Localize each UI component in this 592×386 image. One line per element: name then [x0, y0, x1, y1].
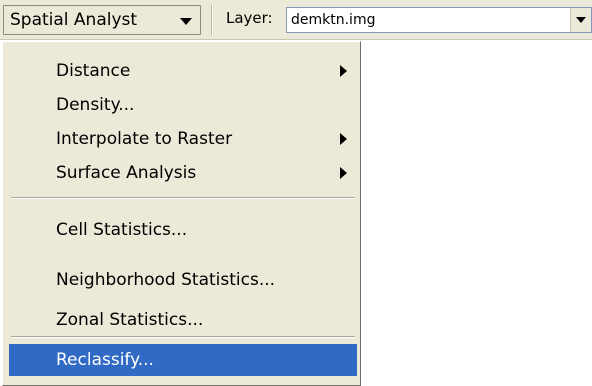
menu-item-interpolate-to-raster[interactable]: Interpolate to Raster [9, 123, 357, 155]
chevron-down-icon [576, 17, 586, 23]
spatial-analyst-dropdown-menu: Distance Density... Interpolate to Raste… [2, 41, 361, 386]
menu-item-label: Density... [56, 95, 135, 115]
menu-item-label: Zonal Statistics... [56, 310, 204, 330]
menu-item-label: Reclassify... [56, 350, 154, 370]
spatial-analyst-toolbar: Spatial Analyst Layer: demktn.img [0, 0, 592, 40]
menu-item-density[interactable]: Density... [9, 89, 357, 121]
submenu-arrow-icon [340, 133, 347, 145]
menu-separator [11, 197, 355, 199]
submenu-arrow-icon [340, 65, 347, 77]
menu-item-label: Neighborhood Statistics... [56, 270, 276, 290]
menu-item-label: Surface Analysis [56, 163, 197, 183]
menu-item-label: Cell Statistics... [56, 220, 188, 240]
menu-item-surface-analysis[interactable]: Surface Analysis [9, 157, 357, 189]
dropdown-arrow-icon [180, 18, 192, 25]
spatial-analyst-label: Spatial Analyst [10, 10, 138, 30]
submenu-arrow-icon [340, 167, 347, 179]
menu-item-cell-statistics[interactable]: Cell Statistics... [9, 214, 357, 246]
layer-select[interactable]: demktn.img [286, 7, 592, 33]
menu-item-zonal-statistics[interactable]: Zonal Statistics... [9, 304, 357, 336]
menu-separator [11, 336, 355, 338]
layer-select-value: demktn.img [291, 12, 376, 28]
menu-item-distance[interactable]: Distance [9, 55, 357, 87]
layer-label: Layer: [226, 9, 273, 27]
menu-item-label: Interpolate to Raster [56, 129, 233, 149]
layer-dropdown-button[interactable] [570, 8, 591, 32]
menu-item-reclassify[interactable]: Reclassify... [9, 344, 357, 376]
menu-item-neighborhood-statistics[interactable]: Neighborhood Statistics... [9, 264, 357, 296]
toolbar-separator [211, 5, 213, 35]
spatial-analyst-menu-button[interactable]: Spatial Analyst [3, 5, 201, 35]
menu-item-label: Distance [56, 61, 131, 81]
